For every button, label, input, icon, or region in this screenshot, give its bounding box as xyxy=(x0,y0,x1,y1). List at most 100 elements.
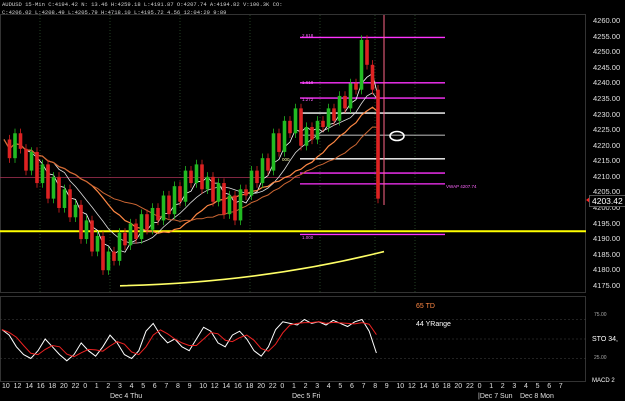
price-tick: 4240.00 xyxy=(593,78,621,88)
fib-1272-label: 1.272 xyxy=(302,97,314,102)
fib-neg-label: 1.000 xyxy=(302,235,314,240)
time-tick: 2 xyxy=(500,383,505,390)
price-tick: 4180.00 xyxy=(593,265,621,275)
time-tick: 6 xyxy=(350,383,354,390)
candle-body xyxy=(271,133,276,171)
time-tick: 6 xyxy=(152,383,157,390)
time-tick: 2 xyxy=(303,383,308,390)
price-tick: 4175.00 xyxy=(593,280,621,290)
candle-body xyxy=(40,164,45,184)
candle-body xyxy=(238,189,243,221)
time-tick: 16 xyxy=(234,383,242,390)
candle-body xyxy=(277,133,281,152)
time-tick: 5 xyxy=(141,383,146,390)
price-tick: 4235.00 xyxy=(593,94,621,104)
candle-body xyxy=(84,220,89,240)
time-tick: 12 xyxy=(210,383,219,390)
time-tick: 1 xyxy=(489,383,494,390)
time-tick: 20 xyxy=(60,383,68,390)
candle-body xyxy=(315,120,320,140)
candle-body xyxy=(156,207,160,221)
price-tick: 4225.00 xyxy=(593,125,621,135)
price-tick: 4210.00 xyxy=(593,171,621,181)
day-label: Dec 8 Mon xyxy=(520,393,554,400)
candle-body xyxy=(370,64,375,90)
candle-body xyxy=(244,189,248,196)
price-tick: 4260.00 xyxy=(593,16,621,26)
candle-body xyxy=(222,183,226,215)
time-tick: 16 xyxy=(431,383,439,390)
candle-body xyxy=(7,139,12,159)
time-tick: 22 xyxy=(268,383,277,390)
time-tick: 18 xyxy=(245,383,254,390)
candle-body xyxy=(101,235,105,271)
candle-body xyxy=(68,189,72,218)
time-tick: 8 xyxy=(176,383,180,390)
candle-body xyxy=(145,214,149,230)
macd-label: MACD 2 xyxy=(592,378,615,384)
time-tick: 20 xyxy=(454,383,463,390)
candle-body xyxy=(216,183,221,202)
day-label: Dec 5 Fri xyxy=(292,393,321,400)
candle-body xyxy=(134,223,138,240)
day-label: Dec 4 Thu xyxy=(110,393,143,400)
candle-body xyxy=(365,39,369,65)
candle-body xyxy=(343,95,347,109)
time-tick: 22 xyxy=(466,383,474,390)
price-chart[interactable] xyxy=(0,0,625,401)
time-tick: 4 xyxy=(129,383,134,390)
price-tick: 4255.00 xyxy=(593,31,621,41)
candle-body xyxy=(90,220,94,252)
candle-body xyxy=(18,133,23,149)
candle-body xyxy=(117,232,122,261)
time-tick: 7 xyxy=(558,383,563,390)
chart-header-line1: AUDUSD 15-Min C:4194.42 N: 13.46 H:4259.… xyxy=(2,1,283,8)
candle-body xyxy=(139,214,144,240)
time-tick: 0 xyxy=(83,383,88,390)
day-label: |Dec 7 Sun xyxy=(478,393,513,400)
td-label: 65 TD xyxy=(416,303,435,310)
candle-body xyxy=(51,176,56,199)
time-tick: 10 xyxy=(396,383,405,390)
fib-1618-label: 1.618 xyxy=(302,80,314,85)
candle-body xyxy=(161,195,166,221)
candle-body xyxy=(299,108,303,146)
price-tick: 4245.00 xyxy=(593,62,621,72)
candle-body xyxy=(57,176,61,208)
candle-body xyxy=(178,186,182,202)
time-tick: 18 xyxy=(48,383,57,390)
candle-body xyxy=(128,223,133,246)
candle-body xyxy=(79,204,83,240)
chart-header-line2: C:4206.02 L:4208.49 L:4205.79 H:4718.10 … xyxy=(2,9,227,16)
price-tick: 4190.00 xyxy=(593,234,621,244)
price-tick: 4230.00 xyxy=(593,109,621,119)
time-tick: 10 xyxy=(2,383,10,390)
candle-body xyxy=(194,164,199,184)
candle-body xyxy=(326,108,331,128)
time-tick: 14 xyxy=(419,383,428,390)
vwap-label: VWAP 4207.74 xyxy=(446,184,477,189)
candle-body xyxy=(112,251,116,261)
candle-body xyxy=(304,127,309,146)
candle-body xyxy=(73,204,78,218)
candle-body xyxy=(167,195,171,215)
time-tick: 22 xyxy=(71,383,80,390)
time-tick: 20 xyxy=(257,383,265,390)
candle-body xyxy=(321,120,325,128)
candle-body xyxy=(106,251,111,271)
candle-body xyxy=(354,83,358,90)
time-tick: 16 xyxy=(36,383,45,390)
time-tick: 12 xyxy=(408,383,416,390)
candle-body xyxy=(310,127,314,140)
sto-tick-75: 75.00 xyxy=(594,312,607,318)
candle-body xyxy=(123,232,127,246)
candle-body xyxy=(348,83,353,109)
time-tick: 1 xyxy=(292,383,296,390)
time-tick: 5 xyxy=(338,383,343,390)
time-tick: 18 xyxy=(442,383,451,390)
fib-2618-label: 2.618 xyxy=(302,33,314,38)
fib-0-label: 000 xyxy=(282,157,290,162)
price-tick: 4250.00 xyxy=(593,47,621,57)
candle-body xyxy=(183,170,188,202)
time-tick: 8 xyxy=(373,383,378,390)
